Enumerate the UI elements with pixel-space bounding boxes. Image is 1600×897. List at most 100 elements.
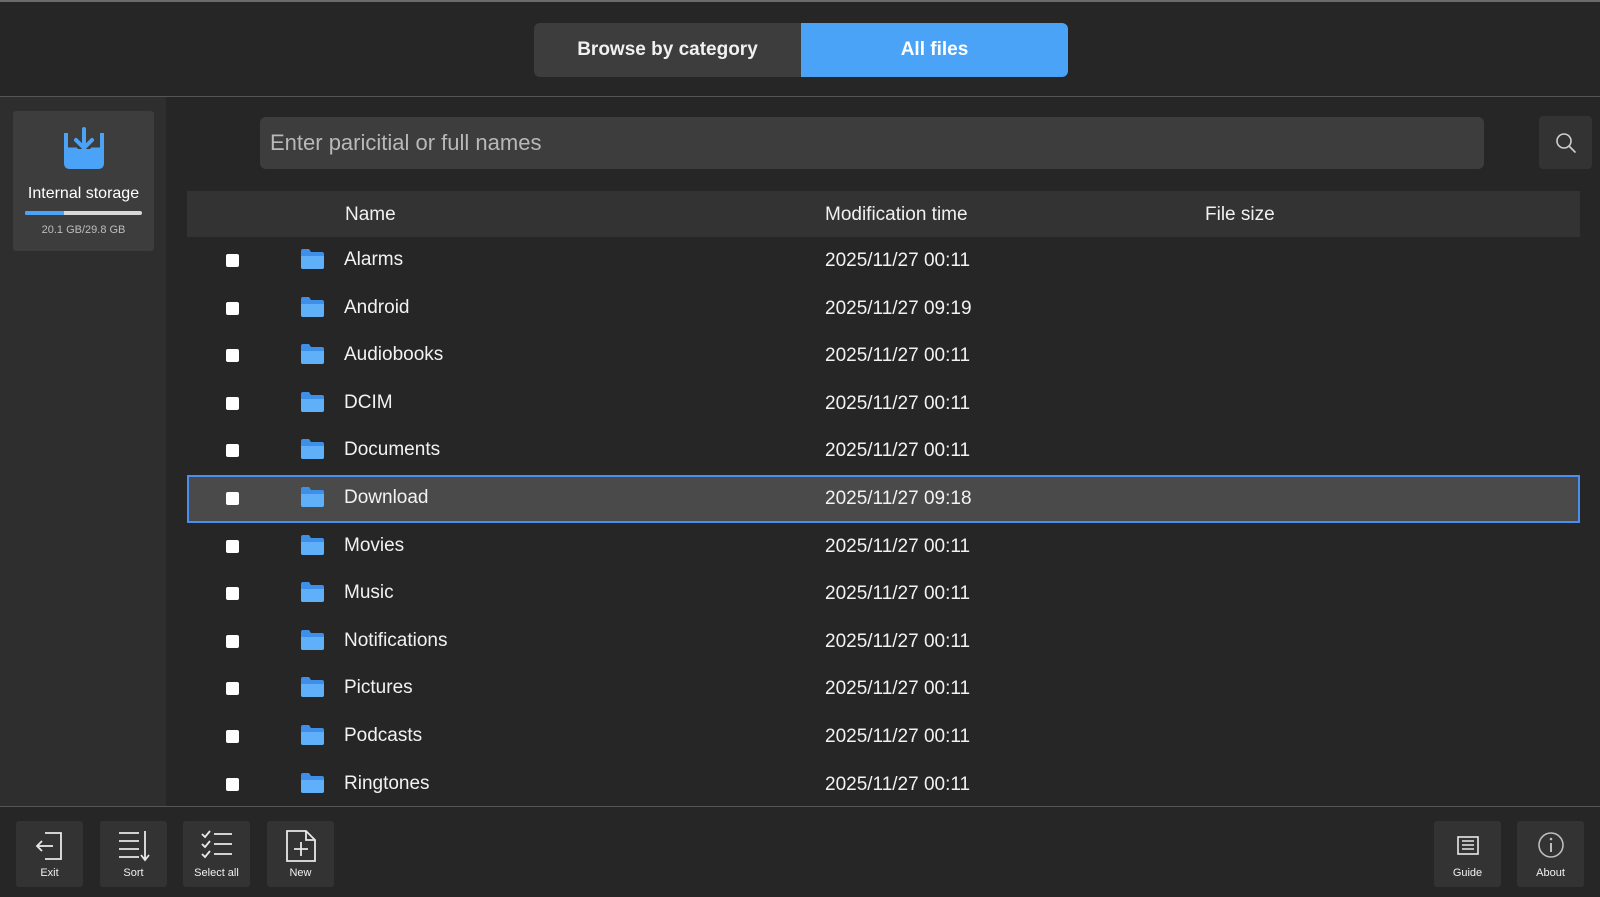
file-name: Audiobooks	[344, 344, 444, 366]
modification-time: 2025/11/27 00:11	[825, 250, 971, 271]
table-row[interactable]: Download 2025/11/27 09:18	[187, 474, 1580, 523]
modification-time: 2025/11/27 00:11	[825, 678, 971, 700]
file-browser: Name Modification time File size Alarms 2…	[166, 97, 1600, 806]
table-row[interactable]: Podcasts 2025/11/27 00:11	[187, 713, 1580, 761]
row-checkbox[interactable]	[226, 634, 239, 648]
file-name: Music	[344, 582, 394, 604]
modification-time: 2025/11/27 00:11	[825, 773, 971, 795]
exit-label: Exit	[40, 867, 59, 879]
search-input[interactable]	[270, 130, 1484, 156]
folder-icon	[301, 677, 324, 698]
row-checkbox[interactable]	[226, 301, 239, 315]
exit-button[interactable]: Exit	[16, 821, 83, 887]
folder-icon	[301, 629, 324, 650]
tab-browse-by-category[interactable]: Browse by category	[534, 23, 801, 77]
modification-time: 2025/11/27 00:11	[825, 440, 971, 462]
table-row[interactable]: Music 2025/11/27 00:11	[187, 570, 1580, 618]
search-icon	[1555, 132, 1576, 153]
storage-name: Internal storage	[27, 185, 140, 202]
folder-icon	[301, 724, 324, 745]
table-row[interactable]: Pictures 2025/11/27 00:11	[187, 665, 1580, 713]
folder-icon	[301, 772, 324, 793]
modification-time: 2025/11/27 00:11	[825, 630, 971, 652]
folder-icon	[301, 486, 324, 507]
view-tabs: Browse by category All files	[534, 23, 1068, 77]
table-row[interactable]: DCIM 2025/11/27 00:11	[187, 380, 1580, 428]
column-header-name[interactable]: Name	[345, 204, 396, 226]
modification-time: 2025/11/27 00:11	[825, 535, 971, 557]
file-name: Notifications	[344, 629, 448, 651]
guide-label: Guide	[1452, 867, 1483, 879]
exit-icon	[35, 832, 62, 860]
internal-storage-card[interactable]: Internal storage 20.1 GB/29.8 GB	[13, 111, 154, 251]
modification-time: 2025/11/27 00:11	[825, 345, 971, 367]
row-checkbox[interactable]	[226, 444, 239, 458]
file-name: Podcasts	[344, 724, 423, 746]
new-label: New	[289, 867, 312, 879]
storage-usage-bar	[25, 211, 142, 215]
file-name: Android	[344, 296, 410, 318]
bottom-toolbar: Exit Sort Select all New Guide About	[0, 807, 1600, 897]
row-checkbox[interactable]	[226, 777, 239, 791]
row-checkbox[interactable]	[226, 729, 239, 743]
select-all-label: Select all	[194, 867, 239, 879]
modification-time: 2025/11/27 09:19	[825, 297, 972, 319]
about-label: About	[1536, 867, 1565, 879]
table-row[interactable]: Documents 2025/11/27 00:11	[187, 427, 1580, 475]
folder-icon	[301, 344, 324, 365]
modification-time: 2025/11/27 09:18	[825, 487, 972, 509]
guide-button[interactable]: Guide	[1434, 821, 1501, 887]
folder-icon	[301, 582, 324, 603]
sort-icon	[119, 831, 150, 862]
guide-icon	[1457, 836, 1479, 855]
file-name: Alarms	[344, 249, 404, 270]
column-header-file-size[interactable]: File size	[1205, 204, 1275, 226]
sort-button[interactable]: Sort	[100, 821, 167, 887]
file-name: Download	[344, 486, 429, 508]
table-row[interactable]: Android 2025/11/27 09:19	[187, 285, 1580, 333]
sidebar: Internal storage 20.1 GB/29.8 GB	[0, 97, 166, 806]
download-tray-icon	[64, 127, 104, 169]
row-checkbox[interactable]	[226, 396, 239, 410]
row-checkbox[interactable]	[226, 539, 239, 553]
file-list: Alarms 2025/11/27 00:11 Android 2025/11/27 …	[187, 237, 1580, 808]
row-checkbox[interactable]	[226, 254, 239, 267]
modification-time: 2025/11/27 00:11	[825, 392, 971, 414]
table-row[interactable]: Ringtones 2025/11/27 00:11	[187, 761, 1580, 809]
row-checkbox[interactable]	[226, 682, 239, 696]
new-file-icon	[286, 830, 316, 862]
file-name: Pictures	[344, 677, 413, 699]
info-icon	[1538, 832, 1564, 858]
search-button[interactable]	[1539, 116, 1592, 169]
folder-icon	[301, 296, 324, 317]
folder-icon	[301, 249, 324, 269]
modification-time: 2025/11/27 00:11	[825, 725, 971, 747]
storage-usage-fill	[25, 211, 64, 215]
table-row[interactable]: Alarms 2025/11/27 00:11	[187, 237, 1580, 285]
header: Browse by category All files	[0, 2, 1600, 97]
table-header: Name Modification time File size	[187, 191, 1580, 237]
storage-size: 20.1 GB/29.8 GB	[41, 224, 126, 236]
select-all-button[interactable]: Select all	[183, 821, 250, 887]
folder-icon	[301, 439, 324, 460]
row-checkbox[interactable]	[226, 349, 239, 363]
checklist-icon	[201, 830, 232, 859]
row-checkbox[interactable]	[226, 491, 239, 505]
about-button[interactable]: About	[1517, 821, 1584, 887]
table-row[interactable]: Movies 2025/11/27 00:11	[187, 523, 1580, 571]
modification-time: 2025/11/27 00:11	[825, 583, 971, 605]
column-header-modification-time[interactable]: Modification time	[825, 204, 968, 226]
table-row[interactable]: Audiobooks 2025/11/27 00:11	[187, 332, 1580, 380]
sort-label: Sort	[123, 867, 144, 879]
file-name: Ringtones	[344, 772, 430, 794]
row-checkbox[interactable]	[226, 587, 239, 601]
search-box	[260, 117, 1484, 169]
tab-all-files[interactable]: All files	[801, 23, 1068, 77]
file-name: Movies	[344, 534, 405, 556]
file-name: DCIM	[344, 391, 393, 413]
folder-icon	[301, 391, 324, 412]
folder-icon	[301, 534, 324, 555]
file-name: Documents	[344, 439, 441, 461]
new-button[interactable]: New	[267, 821, 334, 887]
table-row[interactable]: Notifications 2025/11/27 00:11	[187, 618, 1580, 666]
